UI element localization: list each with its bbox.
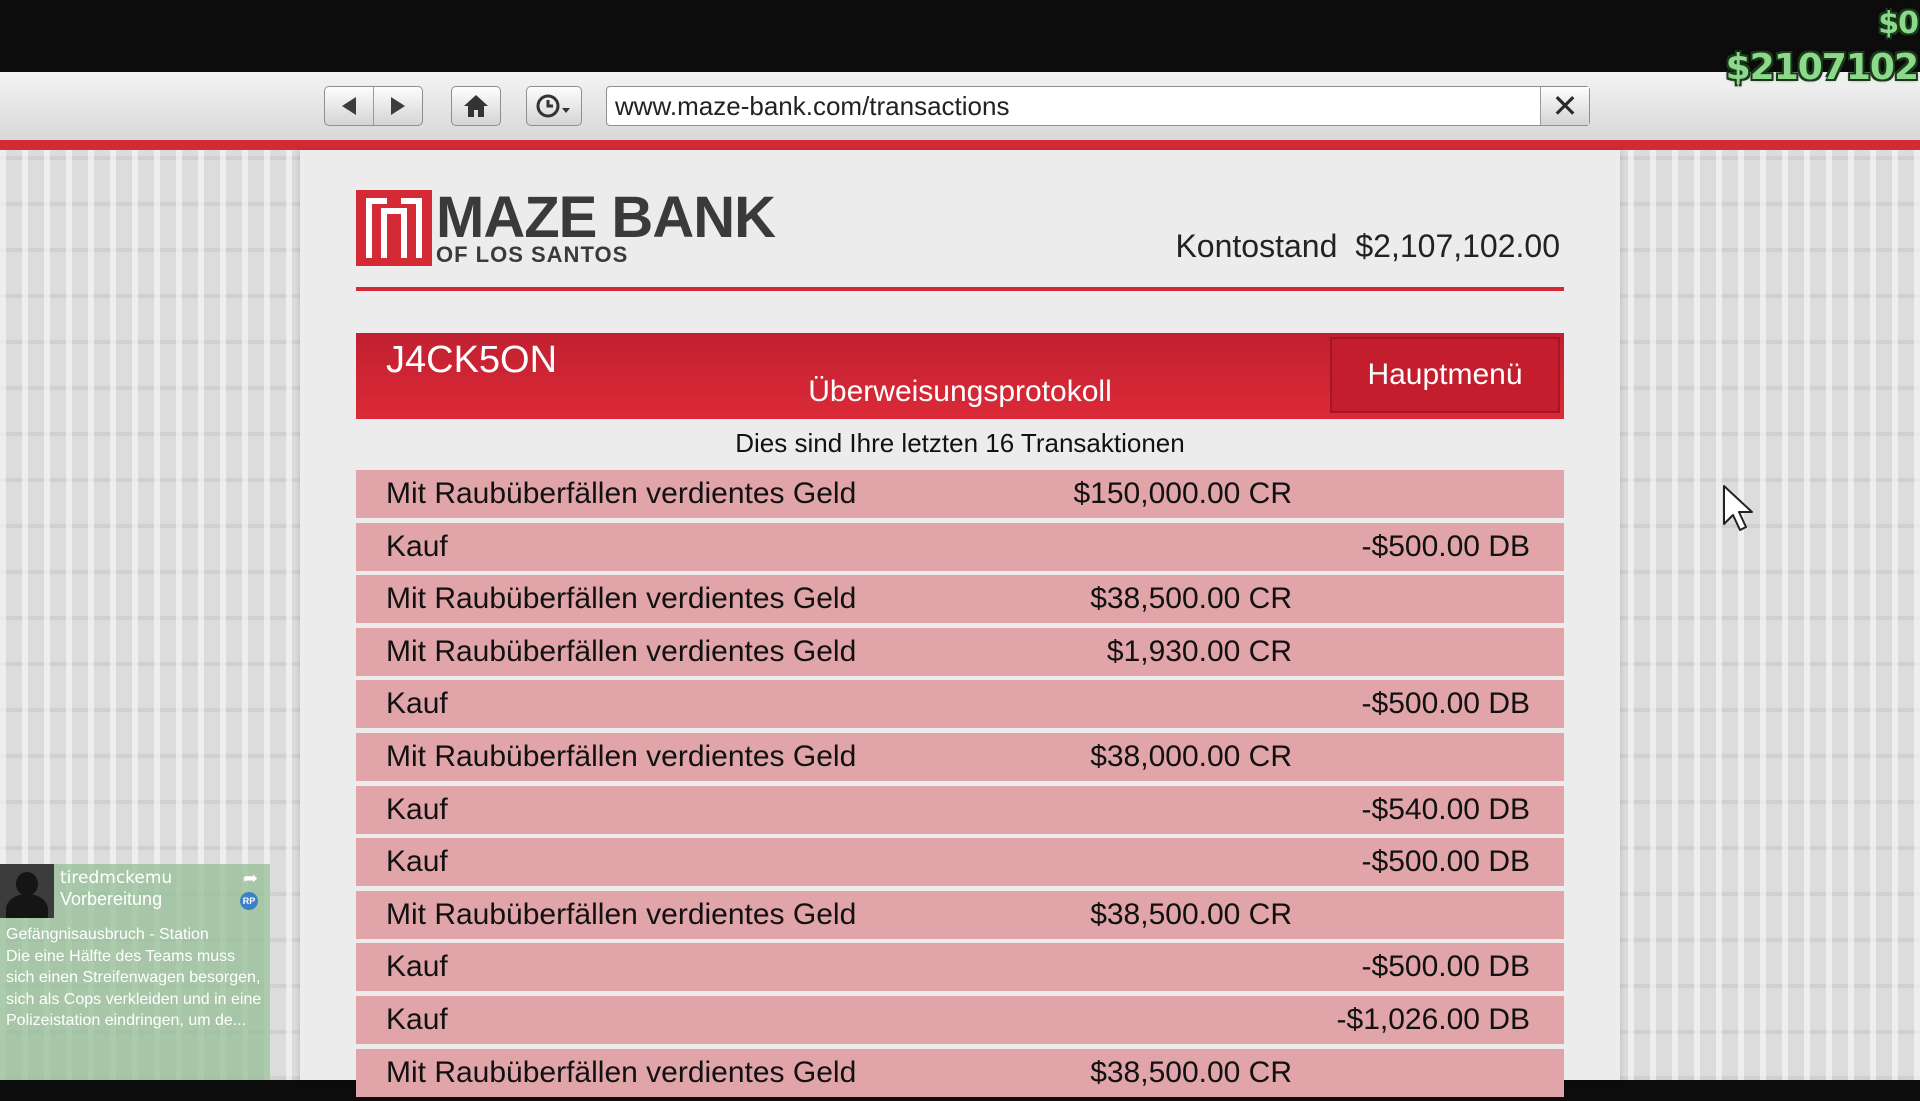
transaction-label: Kauf — [386, 792, 448, 826]
close-button[interactable]: ✕ — [1540, 87, 1589, 125]
transaction-credit: $38,500.00 CR — [1090, 582, 1292, 616]
transaction-credit: $1,930.00 CR — [1106, 634, 1292, 668]
transaction-debit: -$500.00 DB — [1361, 845, 1530, 879]
transaction-row: Kauf -$540.00 DB — [356, 785, 1564, 834]
home-icon — [464, 95, 488, 117]
hud-bank-balance: $2107102 — [1725, 47, 1919, 88]
notification-status: Vorbereitung — [60, 889, 163, 909]
transaction-debit: -$500.00 DB — [1361, 950, 1530, 984]
transaction-label: Mit Raubüberfällen verdientes Geld — [386, 897, 857, 931]
feed-notification: tiredmckemu Vorbereitung ➦ RP Gefängnisa… — [0, 864, 270, 1080]
browser-toolbar: www.maze-bank.com/transactions ✕ — [0, 72, 1920, 141]
rp-badge-icon: RP — [240, 892, 258, 910]
transaction-label: Mit Raubüberfällen verdientes Geld — [386, 582, 857, 616]
clock-dropdown-icon — [536, 94, 570, 118]
transaction-credit: $38,500.00 CR — [1090, 1055, 1292, 1089]
transaction-debit: -$1,026.00 DB — [1336, 1002, 1530, 1036]
home-button[interactable] — [452, 87, 500, 125]
arrow-left-icon — [342, 97, 356, 115]
transaction-label: Kauf — [386, 1002, 448, 1036]
transaction-row: Mit Raubüberfällen verdientes Geld $38,50… — [356, 575, 1564, 624]
transaction-label: Kauf — [386, 845, 448, 879]
transactions-subtitle: Dies sind Ihre letzten 16 Transaktionen — [735, 428, 1185, 458]
balance-label: Kontostand — [1175, 228, 1338, 264]
balance-value: $2,107,102.00 — [1355, 228, 1560, 264]
arrow-right-icon — [391, 97, 405, 115]
transaction-credit: $38,500.00 CR — [1090, 897, 1292, 931]
mouse-cursor-icon — [1723, 485, 1753, 531]
address-bar[interactable]: www.maze-bank.com/transactions ✕ — [606, 86, 1590, 126]
notification-user: tiredmckemu — [60, 868, 173, 888]
transaction-row: Mit Raubüberfällen verdientes Geld $1,930… — [356, 627, 1564, 676]
transaction-label: Mit Raubüberfällen verdientes Geld — [386, 739, 857, 773]
transaction-label: Mit Raubüberfällen verdientes Geld — [386, 634, 857, 668]
header-divider — [356, 287, 1564, 291]
transaction-debit: -$500.00 DB — [1361, 687, 1530, 721]
transaction-row: Mit Raubüberfällen verdientes Geld $150,0… — [356, 470, 1564, 518]
transaction-debit: -$540.00 DB — [1361, 792, 1530, 826]
maze-bank-logo: MAZE BANK OF LOS SANTOS — [356, 185, 776, 266]
transaction-credit: $150,000.00 CR — [1073, 477, 1293, 510]
account-balance: Kontostand $2,107,102.00 — [1175, 228, 1560, 265]
transaction-debit: -$500.00 DB — [1361, 529, 1530, 563]
avatar — [0, 864, 54, 918]
history-button[interactable] — [527, 87, 581, 125]
transaction-label: Kauf — [386, 529, 448, 563]
notification-text: Gefängnisausbruch - Station Die eine Häl… — [6, 926, 262, 1029]
history-menu — [526, 86, 582, 126]
transaction-row: Kauf -$500.00 DB — [356, 943, 1564, 992]
transaction-label: Mit Raubüberfällen verdientes Geld — [386, 477, 857, 510]
transaction-row: Kauf -$500.00 DB — [356, 838, 1564, 887]
transaction-label: Kauf — [386, 687, 448, 721]
back-button[interactable] — [325, 87, 373, 125]
transaction-list: Mit Raubüberfällen verdientes Geld $150,0… — [356, 470, 1564, 1101]
transaction-label: Kauf — [386, 950, 448, 984]
transaction-row: Mit Raubüberfällen verdientes Geld $38,00… — [356, 732, 1564, 781]
transaction-row: Kauf -$1,026.00 DB — [356, 995, 1564, 1044]
forward-button[interactable] — [373, 87, 422, 125]
home-nav — [451, 86, 501, 126]
history-nav — [324, 86, 423, 126]
hud-cash: $0 — [1878, 6, 1919, 41]
header-stripe — [0, 140, 1920, 150]
top-bar — [0, 0, 1920, 72]
main-menu-button[interactable]: Hauptmenü — [1330, 337, 1560, 413]
url-text[interactable]: www.maze-bank.com/transactions — [607, 91, 1540, 122]
close-icon: ✕ — [1551, 88, 1579, 124]
share-icon: ➦ — [242, 868, 258, 888]
section-header: J4CK5ON Überweisungsprotokoll Hauptmenü — [356, 333, 1564, 419]
transaction-label: Mit Raubüberfällen verdientes Geld — [386, 1055, 857, 1089]
maze-bank-logo-icon — [356, 190, 432, 266]
transaction-row: Kauf -$500.00 DB — [356, 680, 1564, 729]
logo-title: MAZE BANK — [436, 185, 776, 250]
transaction-row: Mit Raubüberfällen verdientes Geld $38,50… — [356, 1048, 1564, 1097]
hud-money: $0 $2107102 — [1726, 0, 1920, 90]
transaction-row: Mit Raubüberfällen verdientes Geld $38,50… — [356, 890, 1564, 939]
transaction-row: Kauf -$500.00 DB — [356, 522, 1564, 571]
transaction-credit: $38,000.00 CR — [1090, 739, 1292, 773]
